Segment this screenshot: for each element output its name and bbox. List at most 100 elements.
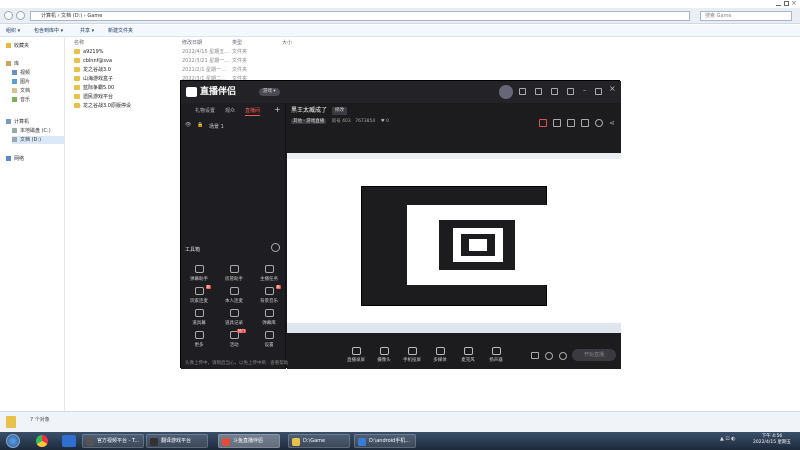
tool-item[interactable]: 背景音乐 新 (257, 285, 281, 307)
taskbar-task[interactable]: 官方视频平台 - T... (82, 434, 144, 448)
minimize-icon[interactable] (776, 1, 781, 6)
tool-item[interactable]: 房管助手 (222, 265, 246, 285)
ie-icon[interactable] (62, 435, 76, 447)
picture-icon (12, 79, 17, 84)
add-icon[interactable]: + (274, 105, 281, 114)
organize-button[interactable]: 组织 ▾ (6, 27, 20, 35)
notification-icon[interactable] (595, 119, 603, 127)
window-controls[interactable]: × (776, 0, 797, 7)
room-title: 黑王太臧成了 (291, 107, 328, 114)
eye-icon[interactable]: 👁 (185, 122, 191, 128)
tool-label: 背景音乐 (260, 299, 278, 304)
tool-item[interactable]: 活动 热门 (222, 329, 246, 351)
avatar[interactable] (499, 85, 513, 99)
nav-libraries-label: 库 (14, 61, 20, 67)
column-name[interactable]: 名称 (74, 39, 84, 46)
camera-icon[interactable] (567, 119, 575, 127)
more-tools-icon[interactable] (271, 243, 280, 252)
close-icon[interactable]: × (791, 0, 797, 7)
file-date: 2021/2/1 星期一... (182, 67, 226, 73)
task-app-icon (150, 438, 158, 446)
tool-item[interactable]: 弹幕助手 (187, 265, 211, 285)
chrome-icon[interactable] (36, 435, 48, 447)
star-icon (6, 43, 11, 48)
preview-nested-app (361, 186, 547, 306)
file-type: 文件夹 (232, 58, 248, 64)
nav-lib-music[interactable]: 音乐 (12, 96, 30, 104)
taskbar-task[interactable]: 翻译游戏平台 (146, 434, 208, 448)
include-library-button[interactable]: 包含到库中 ▾ (34, 27, 63, 35)
menu-icon[interactable] (567, 88, 574, 95)
preview-deep-screen (453, 228, 503, 262)
nav-drive-label: 文档 (D:) (20, 137, 42, 143)
column-date[interactable]: 修改日期 (182, 39, 202, 46)
folder-icon (6, 416, 16, 428)
tools-header: 工具箱 (185, 247, 201, 253)
taskbar: 官方视频平台 - T... 翻译游戏平台 斗鱼直播伴侣 D:\Game D:\andro… (0, 432, 800, 450)
nav-lib-videos[interactable]: 视频 (12, 69, 30, 77)
maximize-icon[interactable] (595, 88, 602, 95)
share-icon[interactable]: ⋖ (609, 119, 617, 127)
tool-item[interactable]: 玩家连麦 新 (187, 285, 211, 307)
nav-drive-c[interactable]: 本地磁盘 (C:) (12, 127, 51, 135)
tool-item[interactable]: 主播任务 (257, 265, 281, 285)
app-logo: 直播伴侣 (186, 86, 236, 98)
forward-icon[interactable] (16, 11, 25, 20)
address-input[interactable]: 计算机 › 文档 (D:) › Game (30, 11, 690, 21)
start-button[interactable] (6, 434, 20, 448)
tab-audience[interactable]: 观众 (225, 107, 235, 115)
file-name: cblnnf@sva (83, 58, 113, 64)
task-label: D:\Game (303, 438, 326, 444)
screen-icon[interactable] (581, 119, 589, 127)
nav-drive-d[interactable]: 文档 (D:) (12, 136, 64, 144)
nav-computer[interactable]: 计算机 (6, 118, 29, 126)
mode-badge[interactable]: 游戏 ▾ (259, 88, 280, 96)
shirt-icon[interactable] (551, 88, 558, 95)
lock-icon[interactable]: 🔒 (197, 122, 203, 128)
taskbar-task[interactable]: D:\android手机... (354, 434, 416, 448)
file-row[interactable]: cblnnf@sva 2022/3/21 星期一... 文件夹 (74, 57, 374, 66)
video-icon[interactable] (531, 352, 539, 359)
minimize-icon[interactable]: – (583, 86, 587, 94)
lock-room-icon[interactable] (553, 119, 561, 127)
category-button[interactable]: 其他 · 游戏直播 (291, 119, 327, 124)
nav-favorites-label: 收藏夹 (14, 43, 30, 49)
close-icon[interactable]: × (609, 84, 616, 93)
file-row[interactable]: 龙之谷战3.0 2021/2/1 星期一... 文件夹 (74, 66, 374, 75)
back-icon[interactable] (4, 11, 13, 20)
file-row[interactable]: a9219% 2022/4/15 星期五... 文件夹 (74, 48, 374, 57)
nav-lib-documents[interactable]: 文档 (12, 87, 30, 95)
column-size[interactable]: 大小 (282, 39, 292, 46)
column-type[interactable]: 类型 (232, 39, 242, 46)
gift-box-icon[interactable] (539, 119, 547, 127)
nav-lib-pictures[interactable]: 图片 (12, 78, 30, 86)
message-icon[interactable] (535, 88, 542, 95)
tool-item[interactable]: 更多 (187, 331, 211, 351)
nav-libraries[interactable]: 库 (6, 60, 19, 68)
tool-item[interactable]: 道具幕 (187, 309, 211, 329)
tool-item[interactable]: 道具记录 (222, 309, 246, 329)
task-app-icon (292, 438, 300, 446)
task-app-icon (222, 438, 230, 446)
tool-item[interactable]: 弹幕库 (257, 309, 281, 329)
maximize-icon[interactable] (784, 1, 789, 6)
nav-network[interactable]: 网络 (6, 155, 24, 163)
share-button[interactable]: 共享 ▾ (80, 27, 94, 35)
tool-item[interactable]: 设置 (257, 331, 281, 351)
search-input[interactable]: 搜索 Game (700, 11, 792, 21)
scene-label[interactable]: 场景 1 (209, 123, 224, 130)
edit-title-button[interactable]: 修改 (332, 107, 347, 115)
tray-icons[interactable]: ▲ ⊡ ◐ (720, 436, 736, 442)
tool-icon (229, 309, 239, 317)
tab-live-room[interactable]: 直播间 (245, 107, 261, 116)
nav-favorites[interactable]: 收藏夹 (6, 42, 29, 50)
tab-gift-settings[interactable]: 礼物设置 (195, 107, 215, 115)
folder-icon (74, 76, 80, 81)
new-folder-button[interactable]: 新建文件夹 (108, 27, 133, 35)
gift-icon[interactable] (519, 88, 526, 95)
clock[interactable]: 下午 4:56 2022/4/15 星期五 (748, 434, 796, 446)
file-name: 龙之谷战3.0原版停设 (83, 103, 131, 109)
tool-item[interactable]: 本人连麦 (222, 287, 246, 307)
taskbar-task[interactable]: 斗鱼直播伴侣 (218, 434, 280, 448)
taskbar-task[interactable]: D:\Game (288, 434, 350, 448)
